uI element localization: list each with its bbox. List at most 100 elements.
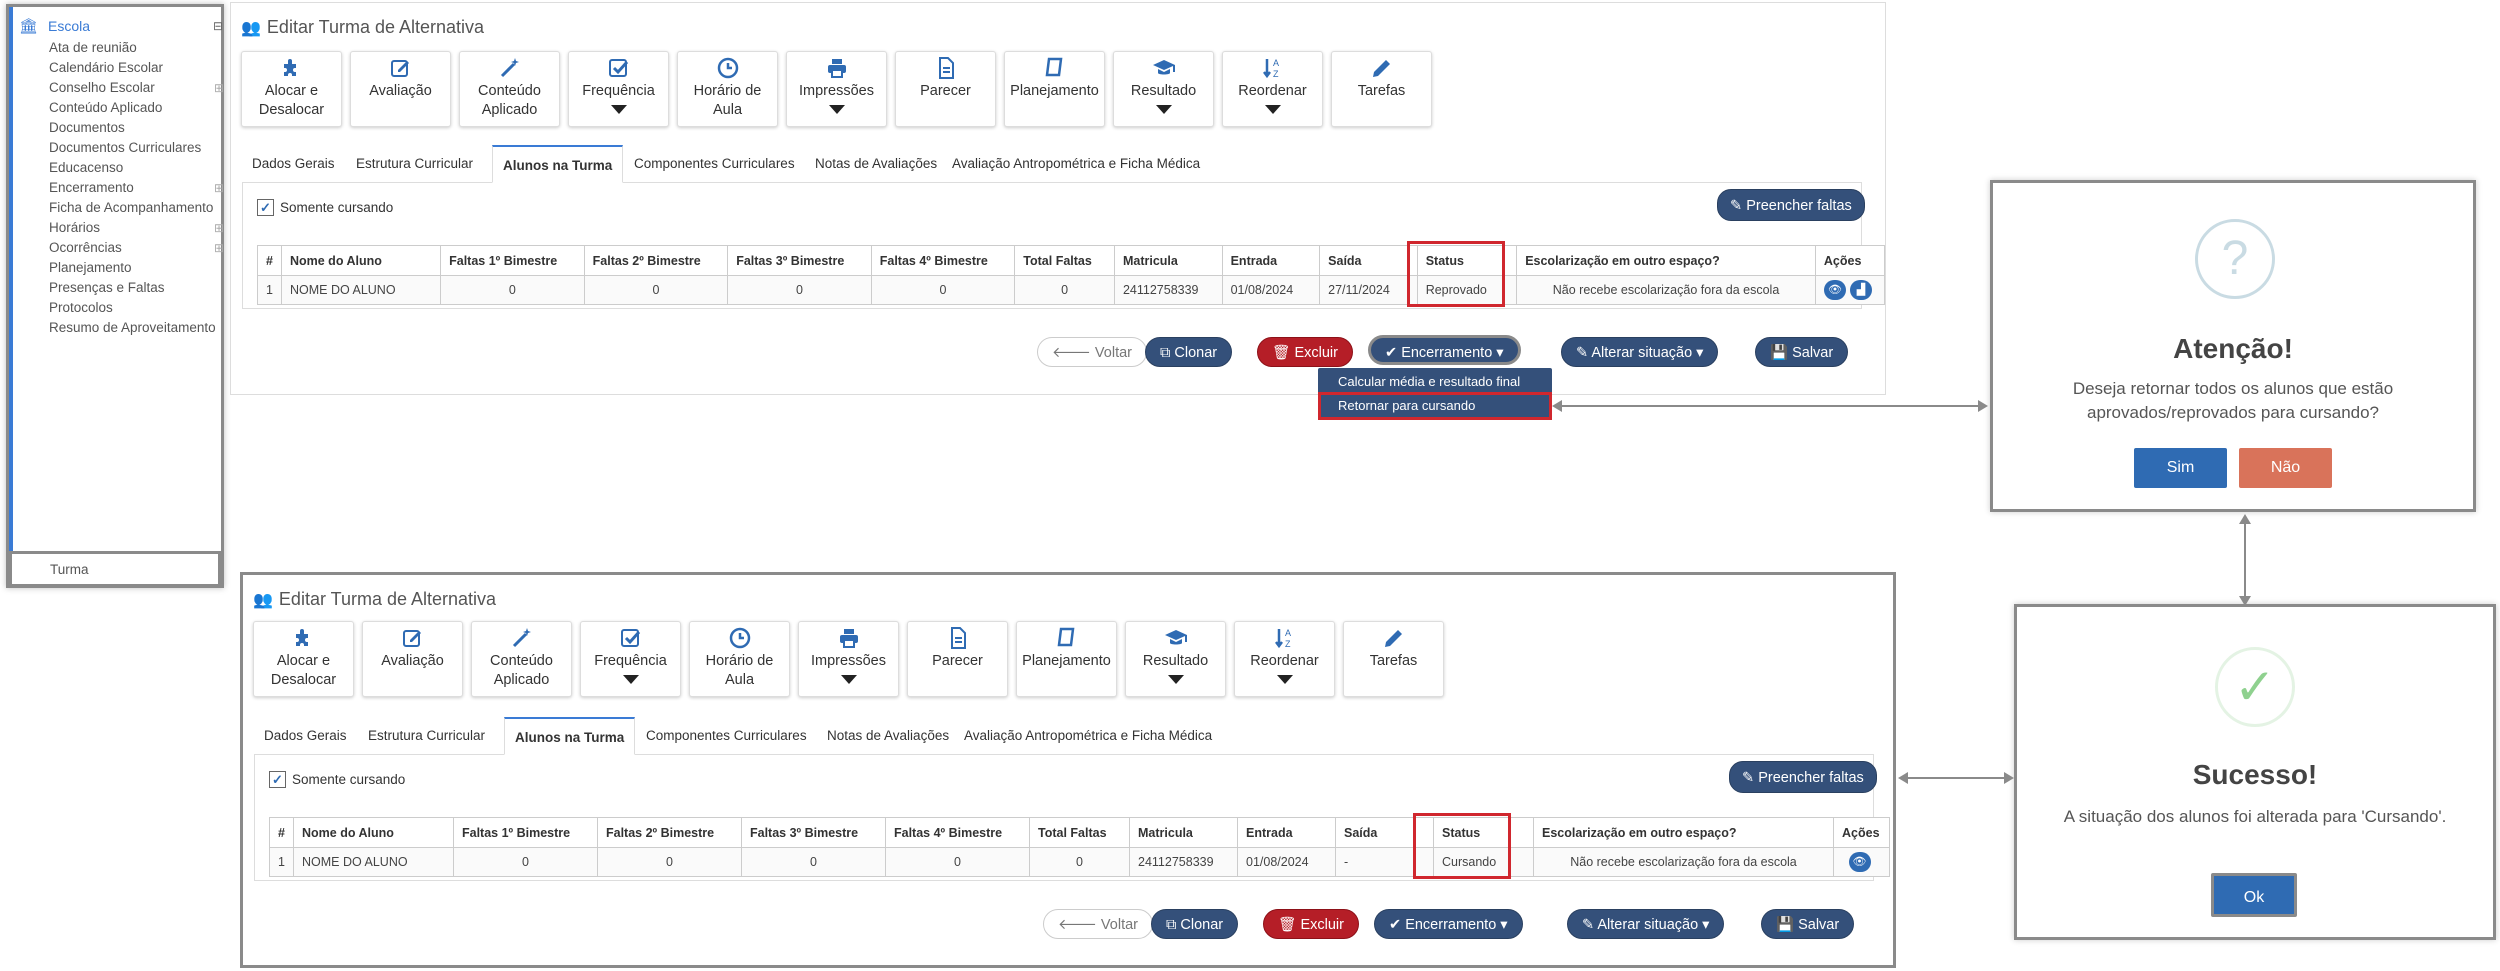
connector-line [2244, 518, 2246, 600]
toolbar-button[interactable]: Alocar e Desalocar [241, 51, 342, 127]
sidebar-item[interactable]: Horários ⊞ [49, 219, 224, 237]
salvar-button[interactable]: 💾 Salvar [1755, 337, 1849, 367]
tab[interactable]: Notas de Avaliações [805, 145, 947, 183]
tab[interactable]: Avaliação Antropométrica e Ficha Médica [942, 145, 1210, 183]
toolbar-button[interactable]: Planejamento [1016, 621, 1117, 697]
caret-down-icon: ▾ [1496, 917, 1508, 933]
column-header: Ações [1833, 817, 1890, 848]
clonar-button[interactable]: ⧉ Clonar [1145, 337, 1233, 367]
tab[interactable]: Estrutura Curricular [358, 717, 495, 755]
tab[interactable]: Componentes Curriculares [636, 717, 817, 755]
toolbar-button[interactable]: Impressões [798, 621, 899, 697]
alterar-situacao-button[interactable]: ✎ Alterar situação ▾ [1567, 909, 1725, 939]
sidebar-item[interactable]: Ficha de Acompanhamento [49, 199, 224, 217]
arrow-head [2239, 514, 2251, 524]
toolbar-button[interactable]: Avaliação [350, 51, 451, 127]
voltar-button[interactable]: 🡐 Voltar [1043, 909, 1154, 939]
modal-body: A situação dos alunos foi alterada para … [2063, 807, 2447, 826]
sim-button[interactable]: Sim [2134, 448, 2227, 488]
chart-icon[interactable]: ▟ [1849, 280, 1872, 300]
toolbar-button[interactable]: Tarefas [1343, 621, 1444, 697]
sidebar-item-turma[interactable]: Turma [9, 551, 221, 587]
toolbar-button[interactable]: A Z Reordenar [1234, 621, 1335, 697]
sidebar-item[interactable]: Presenças e Faltas [49, 279, 224, 297]
toolbar-button[interactable]: Parecer [907, 621, 1008, 697]
toolbar-button[interactable]: Resultado [1113, 51, 1214, 127]
dropdown-item-calcular[interactable]: Calcular média e resultado final [1338, 374, 1520, 389]
toolbar-button[interactable]: Impressões [786, 51, 887, 127]
sort-alpha-icon: AZ [1235, 626, 1334, 652]
alterar-situacao-button[interactable]: ✎ Alterar situação ▾ [1561, 337, 1719, 367]
column-header: Total Faltas [1029, 817, 1130, 848]
table-cell: 0 [583, 275, 729, 305]
somente-cursando-checkbox[interactable]: ✓ Somente cursando [257, 199, 393, 216]
svg-text:Z: Z [1285, 639, 1291, 649]
voltar-button[interactable]: 🡐 Voltar [1037, 337, 1148, 367]
toolbar-button[interactable]: Planejamento [1004, 51, 1105, 127]
eye-icon[interactable]: 👁 [1823, 280, 1846, 300]
tab[interactable]: Alunos na Turma [504, 717, 636, 755]
sidebar-item[interactable]: Planejamento [49, 259, 224, 277]
sidebar-item[interactable]: Educacenso [49, 159, 224, 177]
excluir-button[interactable]: 🗑 Excluir [1263, 909, 1359, 939]
tab[interactable]: Alunos na Turma [492, 145, 624, 183]
caret-down-icon [1155, 105, 1172, 114]
sidebar-item[interactable]: Protocolos [49, 299, 224, 317]
copy-icon: ⧉ [1160, 345, 1175, 361]
highlight-box [1413, 813, 1511, 879]
sidebar-item[interactable]: Ocorrências ⊞ [49, 239, 224, 257]
sidebar-item[interactable]: Documentos Curriculares [49, 139, 224, 157]
sidebar-item[interactable]: Ata de reunião [49, 39, 224, 57]
nao-button[interactable]: Não [2239, 448, 2332, 488]
expand-icon[interactable]: ⊞ [214, 219, 224, 237]
toolbar-button-label: Planejamento [1010, 83, 1099, 99]
tab[interactable]: Estrutura Curricular [346, 145, 483, 183]
encerramento-button[interactable]: ✔ Encerramento ▾ [1368, 335, 1521, 365]
ok-button[interactable]: Ok [2211, 873, 2297, 917]
expand-icon[interactable]: ⊞ [214, 79, 224, 97]
eye-icon[interactable]: 👁 [1848, 852, 1871, 872]
preencher-faltas-button[interactable]: ✎ Preencher faltas [1729, 761, 1877, 793]
sidebar-item[interactable]: Conteúdo Aplicado [49, 99, 224, 117]
toolbar-button[interactable]: Conteúdo Aplicado [459, 51, 560, 127]
sidebar-item[interactable]: Resumo de Aproveitamento [49, 319, 224, 337]
somente-cursando-checkbox[interactable]: ✓ Somente cursando [269, 771, 405, 788]
expand-icon[interactable]: ⊞ [214, 179, 224, 197]
sidebar-item[interactable]: Documentos [49, 119, 224, 137]
collapse-icon[interactable]: ⊟ [213, 19, 223, 33]
salvar-button[interactable]: 💾 Salvar [1761, 909, 1855, 939]
toolbar-button[interactable]: Tarefas [1331, 51, 1432, 127]
toolbar-button[interactable]: A Z Reordenar [1222, 51, 1323, 127]
column-header: Nome do Aluno [280, 245, 442, 276]
tab[interactable]: Notas de Avaliações [817, 717, 959, 755]
toolbar-button[interactable]: Horário de Aula [689, 621, 790, 697]
toolbar-button[interactable]: Frequência [568, 51, 669, 127]
excluir-button[interactable]: 🗑 Excluir [1257, 337, 1353, 367]
tab[interactable]: Dados Gerais [242, 145, 345, 183]
toolbar-button[interactable]: Horário de Aula [677, 51, 778, 127]
table-cell: 24112758339 [1129, 847, 1238, 877]
tab[interactable]: Componentes Curriculares [624, 145, 805, 183]
caret-down-icon [1264, 105, 1281, 114]
clonar-button[interactable]: ⧉ Clonar [1151, 909, 1239, 939]
toolbar-button[interactable]: Avaliação [362, 621, 463, 697]
toolbar-button[interactable]: Alocar e Desalocar [253, 621, 354, 697]
sidebar-item[interactable]: Conselho Escolar ⊞ [49, 79, 224, 97]
tab[interactable]: Avaliação Antropométrica e Ficha Médica [954, 717, 1222, 755]
toolbar-button-label: Avaliação [381, 653, 444, 669]
button-label: Excluir [1300, 917, 1344, 933]
users-icon: 👥 [253, 591, 273, 609]
toolbar-button[interactable]: Conteúdo Aplicado [471, 621, 572, 697]
sidebar-item[interactable]: Encerramento ⊞ [49, 179, 224, 197]
sidebar-head-escola[interactable]: 🏛 Escola ⊟ [19, 17, 223, 35]
preencher-faltas-button[interactable]: ✎ Preencher faltas [1717, 189, 1865, 221]
check-icon: ✔ [1385, 345, 1402, 361]
tab[interactable]: Dados Gerais [254, 717, 357, 755]
toolbar-button[interactable]: Resultado [1125, 621, 1226, 697]
toolbar-button[interactable]: Parecer [895, 51, 996, 127]
expand-icon[interactable]: ⊞ [214, 239, 224, 257]
toolbar-button-label: Reordenar [1250, 653, 1319, 669]
sidebar-item[interactable]: Calendário Escolar [49, 59, 224, 77]
encerramento-button[interactable]: ✔ Encerramento ▾ [1374, 909, 1523, 939]
toolbar-button[interactable]: Frequência [580, 621, 681, 697]
